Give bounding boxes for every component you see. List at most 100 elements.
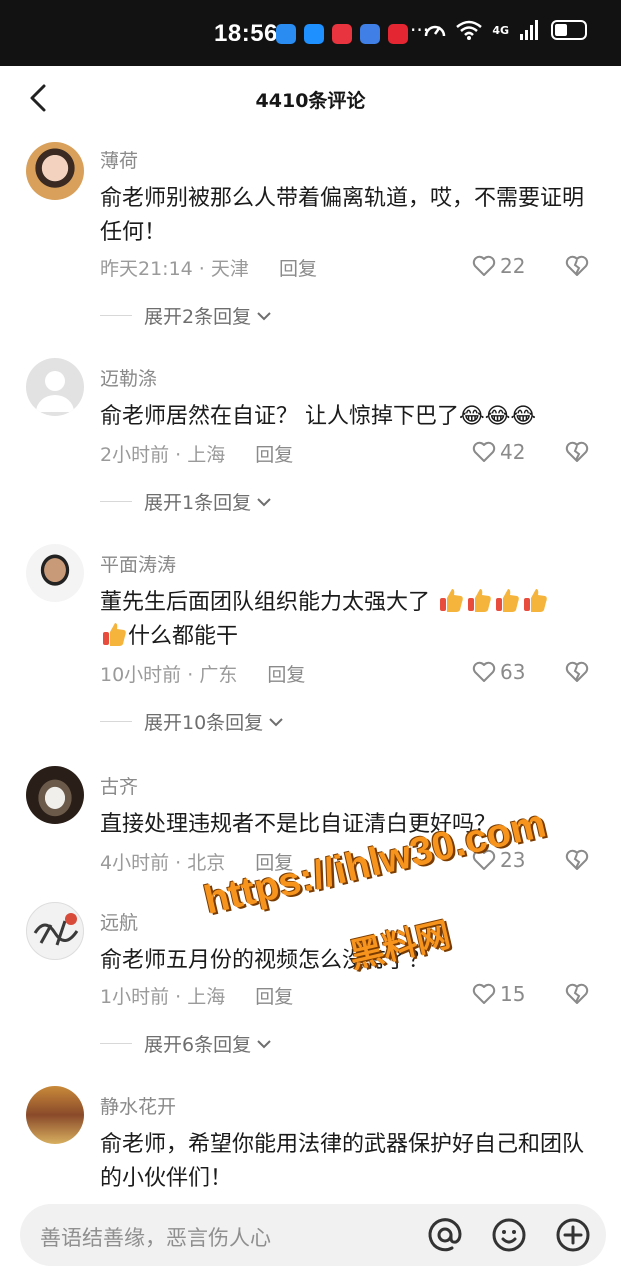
signal-icon xyxy=(520,20,538,40)
calligraphy-avatar-icon xyxy=(33,913,79,946)
plus-icon[interactable] xyxy=(554,1216,592,1254)
comment-location: 上海 xyxy=(187,986,226,1008)
comment-time: 4小时前 xyxy=(100,852,170,874)
comment-text-body-2: 什么都能干 xyxy=(128,624,239,649)
avatar[interactable] xyxy=(26,142,84,200)
broken-heart-icon[interactable] xyxy=(564,254,590,278)
broken-heart-icon[interactable] xyxy=(564,440,590,464)
like-count: 15 xyxy=(500,982,526,1006)
shopping-app-icon xyxy=(332,24,352,44)
like-button[interactable]: 42 xyxy=(472,440,525,464)
battery-icon xyxy=(551,20,587,40)
comment-username[interactable]: 薄荷 xyxy=(100,146,138,173)
expand-replies-label: 展开1条回复 xyxy=(144,492,252,514)
expand-replies-label: 展开6条回复 xyxy=(144,1034,252,1056)
like-button[interactable]: 15 xyxy=(472,982,525,1006)
page-title: 4410条评论 xyxy=(255,90,366,112)
comment-meta: 10小时前 · 广东 回复 xyxy=(100,664,306,686)
at-icon[interactable] xyxy=(426,1216,464,1254)
comment-location: 天津 xyxy=(210,258,249,280)
comment-username[interactable]: 古齐 xyxy=(100,772,138,799)
comment-meta: 1小时前 · 上海 回复 xyxy=(100,986,294,1008)
comment-item: 薄荷 俞老师别被那么人带着偏离轨道，哎，不需要证明任何！ 昨天21:14 · 天… xyxy=(0,140,621,340)
network-type: 4G xyxy=(492,23,509,37)
comment-text: 俞老师别被那么人带着偏离轨道，哎，不需要证明任何！ xyxy=(100,186,585,245)
reply-button[interactable]: 回复 xyxy=(255,986,293,1008)
comment-time: 2小时前 xyxy=(100,444,170,466)
avatar[interactable] xyxy=(26,544,84,602)
chevron-down-icon xyxy=(257,311,271,320)
thumbs-up-emoji-group xyxy=(430,589,549,615)
comment-text-body: 董先生后面团队组织能力太强大了 xyxy=(100,590,431,615)
like-button[interactable]: 63 xyxy=(472,660,525,684)
comment-meta: 昨天21:14 · 天津 回复 xyxy=(100,258,317,280)
thumbs-up-icon xyxy=(103,623,126,646)
wifi-icon xyxy=(456,20,483,40)
chevron-down-icon xyxy=(257,497,271,506)
avatar[interactable] xyxy=(26,902,84,960)
like-button[interactable]: 22 xyxy=(472,254,525,278)
comment-text: 俞老师居然在自证？ 让人惊掉下巴了😂😂😂 xyxy=(100,400,590,434)
smiley-icon[interactable] xyxy=(490,1216,528,1254)
reply-button[interactable]: 回复 xyxy=(267,664,305,686)
thumbs-up-icon xyxy=(496,589,519,612)
heart-icon xyxy=(472,983,496,1004)
message-app-icon xyxy=(276,24,296,44)
heart-icon xyxy=(472,661,496,682)
expand-replies[interactable]: 展开10条回复 xyxy=(100,708,285,735)
comment-meta: 2小时前 · 上海 回复 xyxy=(100,444,294,466)
expand-replies[interactable]: 展开1条回复 xyxy=(100,488,273,515)
like-count: 63 xyxy=(500,660,526,684)
broken-heart-icon[interactable] xyxy=(564,660,590,684)
heart-icon xyxy=(472,441,496,462)
comment-location: 广东 xyxy=(199,664,238,686)
expand-replies[interactable]: 展开6条回复 xyxy=(100,1030,273,1057)
chevron-down-icon xyxy=(257,1039,271,1048)
comment-time: 昨天21:14 xyxy=(100,258,193,280)
comment-time: 10小时前 xyxy=(100,664,182,686)
comment-item: 远航 俞老师五月份的视频怎么没有了？ 1小时前 · 上海 回复 15 展开6条回… xyxy=(0,902,621,1062)
comment-username[interactable]: 迈勒涤 xyxy=(100,364,157,391)
speed-icon xyxy=(425,25,446,37)
comment-input-placeholder: 善语结善缘，恶言伤人心 xyxy=(40,1226,271,1250)
comment-username[interactable]: 平面涛涛 xyxy=(100,550,176,577)
mini-app-icon xyxy=(388,24,408,44)
comment-item: 静水花开 俞老师，希望你能用法律的武器保护好自己和团队的小伙伴们！ xyxy=(0,1086,621,1196)
comment-username[interactable]: 远航 xyxy=(100,908,138,935)
comment-location: 北京 xyxy=(187,852,226,874)
broken-heart-icon[interactable] xyxy=(564,982,590,1006)
shield-app-icon xyxy=(304,24,324,44)
heart-icon xyxy=(472,255,496,276)
comment-text: 俞老师五月份的视频怎么没有了？ xyxy=(100,948,431,973)
comment-text-body: 俞老师居然在自证？ 让人惊掉下巴了 xyxy=(100,404,459,429)
like-count: 22 xyxy=(500,254,526,278)
comment-input[interactable]: 善语结善缘，恶言伤人心 xyxy=(20,1204,606,1266)
reply-button[interactable]: 回复 xyxy=(279,258,317,280)
laughing-emoji: 😂😂😂 xyxy=(459,404,537,429)
chevron-down-icon xyxy=(269,717,283,726)
comment-text: 董先生后面团队组织能力太强大了 什么都能干 xyxy=(100,586,590,654)
thumbs-up-icon xyxy=(468,589,491,612)
reply-button[interactable]: 回复 xyxy=(255,444,293,466)
thumbs-up-icon xyxy=(440,589,463,612)
broken-heart-icon[interactable] xyxy=(564,848,590,872)
comment-item: 平面涛涛 董先生后面团队组织能力太强大了 什么都能干 10小时前 · 广东 回复… xyxy=(0,544,621,744)
avatar[interactable] xyxy=(26,358,84,416)
status-time: 18:56 xyxy=(214,20,278,47)
thumbs-up-icon xyxy=(524,589,547,612)
expand-replies-label: 展开10条回复 xyxy=(144,712,264,734)
comment-time: 1小时前 xyxy=(100,986,170,1008)
comment-location: 上海 xyxy=(187,444,226,466)
status-bar: 18:56 ··· 4G xyxy=(0,0,621,66)
browser-app-icon xyxy=(360,24,380,44)
avatar[interactable] xyxy=(26,1086,84,1144)
comment-text: 俞老师，希望你能用法律的武器保护好自己和团队的小伙伴们！ xyxy=(100,1132,585,1191)
expand-replies-label: 展开2条回复 xyxy=(144,306,252,328)
comments-header: 4410条评论 xyxy=(0,66,621,132)
comment-item: 迈勒涤 俞老师居然在自证？ 让人惊掉下巴了😂😂😂 2小时前 · 上海 回复 42… xyxy=(0,358,621,528)
expand-replies[interactable]: 展开2条回复 xyxy=(100,302,273,329)
comment-username[interactable]: 静水花开 xyxy=(100,1092,176,1119)
default-avatar-icon xyxy=(36,371,74,412)
avatar[interactable] xyxy=(26,766,84,824)
notification-icons xyxy=(276,24,408,44)
